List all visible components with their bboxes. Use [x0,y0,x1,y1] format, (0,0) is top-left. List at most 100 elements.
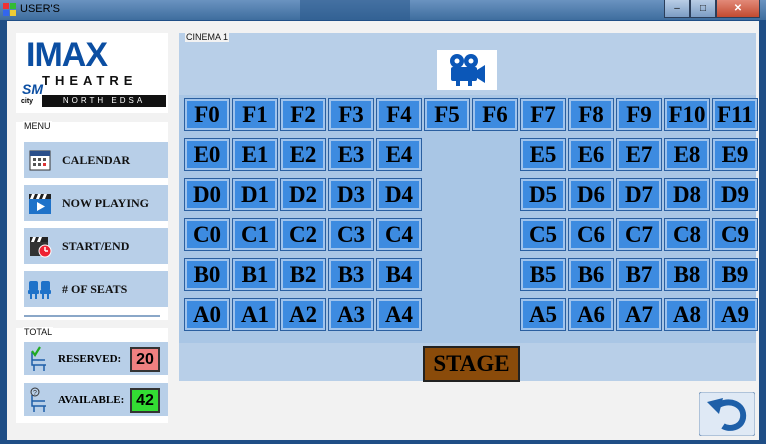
seat-a1[interactable]: A1 [232,298,278,331]
seat-f11[interactable]: F11 [712,98,758,131]
imax-logo: IMAX THEATRE SM city NORTH EDSA [16,33,168,113]
seat-f7[interactable]: F7 [520,98,566,131]
seat-c4[interactable]: C4 [376,218,422,251]
seat-f6[interactable]: F6 [472,98,518,131]
seat-b2[interactable]: B2 [280,258,326,291]
main-window: IMAX THEATRE SM city NORTH EDSA MENU CAL… [7,21,759,440]
menu-group: MENU CALENDAR NOW PLAYING START/END # OF… [16,121,168,320]
seat-d7[interactable]: D7 [616,178,662,211]
seat-f10[interactable]: F10 [664,98,710,131]
seat-f5[interactable]: F5 [424,98,470,131]
reserved-stat: RESERVED: 20 [24,342,168,375]
seat-d8[interactable]: D8 [664,178,710,211]
seat-d9[interactable]: D9 [712,178,758,211]
seat-d3[interactable]: D3 [328,178,374,211]
seat-f9[interactable]: F9 [616,98,662,131]
seat-a4[interactable]: A4 [376,298,422,331]
seat-e7[interactable]: E7 [616,138,662,171]
calendar-button[interactable]: CALENDAR [24,142,168,178]
seat-b3[interactable]: B3 [328,258,374,291]
seat-a7[interactable]: A7 [616,298,662,331]
seat-c0[interactable]: C0 [184,218,230,251]
minimize-icon: – [674,3,680,14]
seat-f2[interactable]: F2 [280,98,326,131]
seat-e6[interactable]: E6 [568,138,614,171]
seat-c7[interactable]: C7 [616,218,662,251]
back-button[interactable] [698,391,756,437]
logo-location: NORTH EDSA [42,95,166,107]
seat-d4[interactable]: D4 [376,178,422,211]
available-count: 42 [130,388,160,413]
seat-b9[interactable]: B9 [712,258,758,291]
seat-e4[interactable]: E4 [376,138,422,171]
available-chair-icon: ? [30,387,46,412]
seat-b7[interactable]: B7 [616,258,662,291]
seat-f4[interactable]: F4 [376,98,422,131]
maximize-button[interactable]: □ [690,0,716,18]
menu-group-label: MENU [23,121,52,131]
calendar-icon [26,146,54,174]
cinema-group: CINEMA 1 F0 F1 F2 F3 F4 F5 F6 F7 F8 F9 F10 F11 E0 E1 E… [179,32,758,382]
seat-a6[interactable]: A6 [568,298,614,331]
seat-d2[interactable]: D2 [280,178,326,211]
seat-a5[interactable]: A5 [520,298,566,331]
total-group: TOTAL RESERVED: 20 ? AVAILABLE: 42 [16,327,168,423]
stage: STAGE [423,346,520,382]
seat-d1[interactable]: D1 [232,178,278,211]
clapperboard-clock-icon [26,232,54,260]
minimize-button[interactable]: – [664,0,690,18]
number-of-seats-button[interactable]: # OF SEATS [24,271,168,307]
logo-mall: SM [22,81,43,97]
seat-b8[interactable]: B8 [664,258,710,291]
seat-e3[interactable]: E3 [328,138,374,171]
logo-subtitle: THEATRE [42,73,138,88]
seat-f1[interactable]: F1 [232,98,278,131]
seat-e5[interactable]: E5 [520,138,566,171]
seat-b1[interactable]: B1 [232,258,278,291]
seat-d5[interactable]: D5 [520,178,566,211]
start-end-button[interactable]: START/END [24,228,168,264]
seat-e9[interactable]: E9 [712,138,758,171]
seat-e1[interactable]: E1 [232,138,278,171]
seat-c2[interactable]: C2 [280,218,326,251]
seat-a9[interactable]: A9 [712,298,758,331]
close-button[interactable]: ✕ [716,0,760,18]
seat-d0[interactable]: D0 [184,178,230,211]
seat-c9[interactable]: C9 [712,218,758,251]
seat-c6[interactable]: C6 [568,218,614,251]
seat-c8[interactable]: C8 [664,218,710,251]
window-title: USER'S [20,3,60,15]
available-stat: ? AVAILABLE: 42 [24,383,168,416]
seat-b6[interactable]: B6 [568,258,614,291]
seat-b0[interactable]: B0 [184,258,230,291]
start-end-label: START/END [62,238,130,253]
seat-b5[interactable]: B5 [520,258,566,291]
seat-f0[interactable]: F0 [184,98,230,131]
seat-a2[interactable]: A2 [280,298,326,331]
seat-f3[interactable]: F3 [328,98,374,131]
seat-c5[interactable]: C5 [520,218,566,251]
seat-f8[interactable]: F8 [568,98,614,131]
now-playing-button[interactable]: NOW PLAYING [24,185,168,221]
close-icon: ✕ [733,3,743,14]
projector-screen [437,50,497,90]
seat-e2[interactable]: E2 [280,138,326,171]
seat-a8[interactable]: A8 [664,298,710,331]
seat-c3[interactable]: C3 [328,218,374,251]
undo-arrow-icon [698,391,756,437]
seat-a0[interactable]: A0 [184,298,230,331]
menu-divider [24,315,160,317]
reserved-count: 20 [130,347,160,372]
seat-e0[interactable]: E0 [184,138,230,171]
clapperboard-play-icon [26,189,54,217]
seat-d6[interactable]: D6 [568,178,614,211]
number-of-seats-label: # OF SEATS [62,281,128,296]
seat-a3[interactable]: A3 [328,298,374,331]
seat-c1[interactable]: C1 [232,218,278,251]
calendar-label: CALENDAR [62,152,131,167]
logo-brand: IMAX [26,36,108,74]
seat-e8[interactable]: E8 [664,138,710,171]
reserved-chair-icon [31,345,46,371]
seat-b4[interactable]: B4 [376,258,422,291]
seating-area: F0 F1 F2 F3 F4 F5 F6 F7 F8 F9 F10 F11 E0 E1 E2 E3 E4 E5 E6… [179,95,758,343]
